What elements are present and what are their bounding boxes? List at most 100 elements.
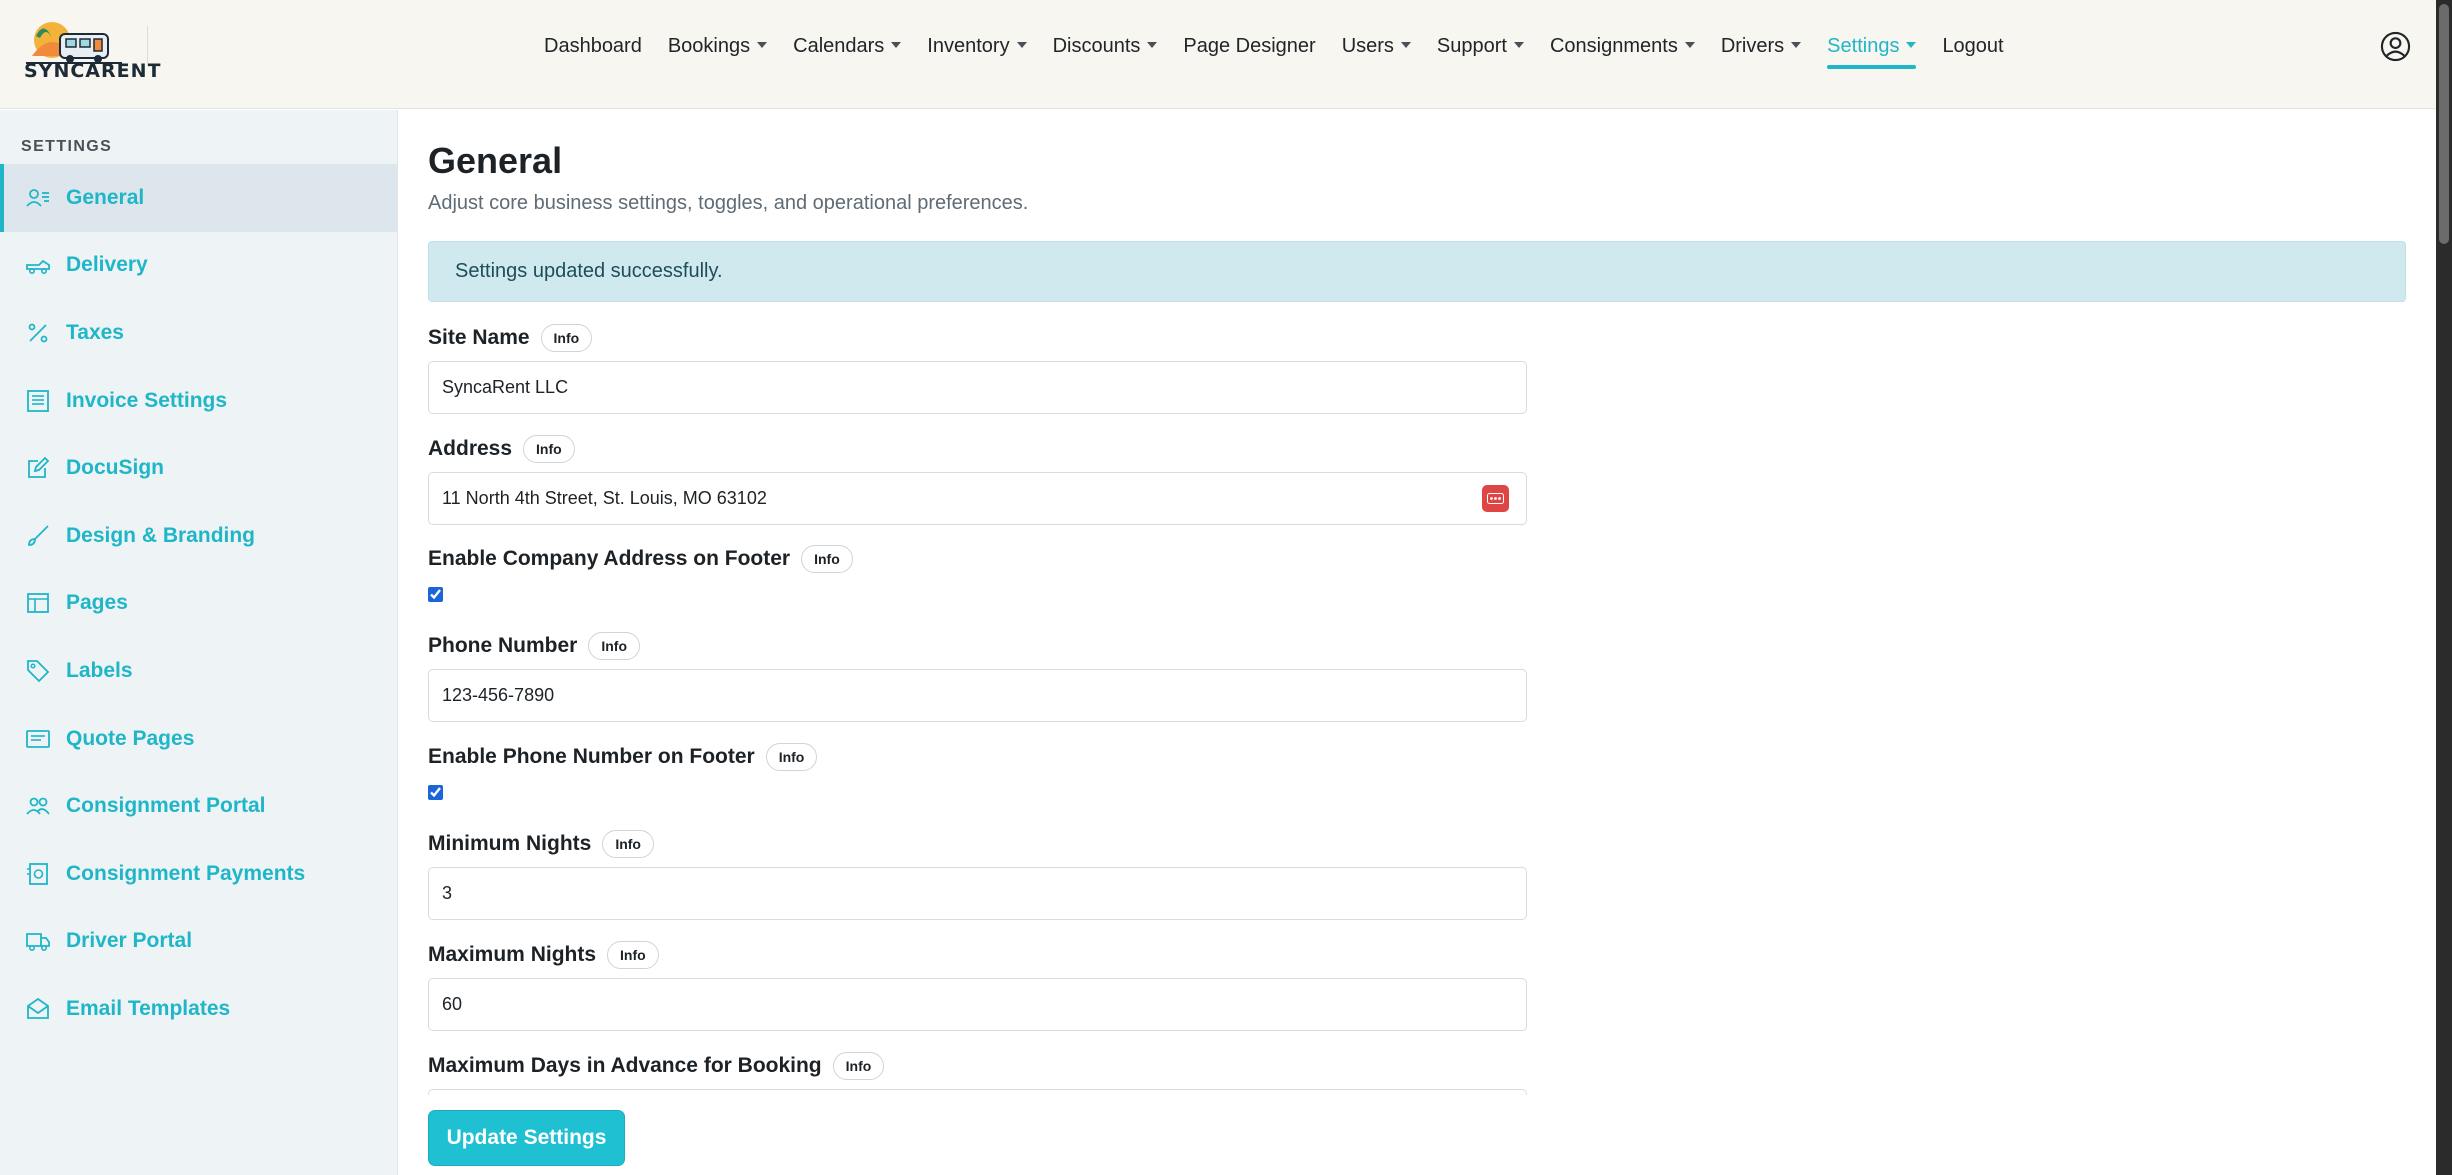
sidebar-list: General Delivery Taxes Invoice Settings … (0, 164, 398, 1043)
caret-down-icon (1016, 41, 1027, 48)
caret-down-icon (891, 41, 902, 48)
site-name-input[interactable] (428, 361, 1527, 414)
address-input[interactable] (428, 472, 1527, 525)
enable-phone-footer-checkbox[interactable] (428, 785, 443, 800)
quote-icon (24, 725, 52, 753)
nav-dashboard[interactable]: Dashboard (531, 33, 655, 69)
address-label: Address Info (428, 435, 575, 463)
tag-icon (24, 657, 52, 685)
main-nav: Dashboard Bookings Calendars Inventory D… (531, 33, 2017, 69)
sidebar-item-email-templates[interactable]: Email Templates (0, 975, 398, 1043)
sidebar-item-labels[interactable]: Labels (0, 637, 398, 705)
sidebar-item-label: Email Templates (66, 996, 231, 1020)
top-navbar: SYNCARENT Dashboard Bookings Calendars I… (0, 0, 2436, 109)
field-label-text: Site Name (428, 326, 530, 349)
sidebar-item-delivery[interactable]: Delivery (0, 232, 398, 300)
page-title: General (428, 140, 563, 181)
sidebar-item-label: Quote Pages (66, 726, 195, 750)
maximum-nights-info-button[interactable]: Info (607, 941, 659, 969)
max-days-advance-info-button[interactable]: Info (832, 1052, 885, 1080)
field-label-text: Address (428, 437, 513, 460)
enable-address-footer-info-button[interactable]: Info (801, 545, 853, 573)
minimum-nights-input[interactable] (428, 867, 1527, 920)
users-icon (24, 792, 52, 820)
nav-calendars[interactable]: Calendars (780, 33, 914, 69)
sidebar-item-label: Taxes (66, 320, 124, 344)
sidebar-item-invoice-settings[interactable]: Invoice Settings (0, 367, 398, 435)
caret-down-icon (1400, 41, 1411, 48)
nav-label: Support (1436, 35, 1507, 57)
nav-label: Consignments (1549, 35, 1678, 57)
scrollbar-thumb[interactable] (2439, 4, 2449, 244)
max-days-advance-input[interactable] (428, 1089, 1527, 1095)
success-alert: Settings updated successfully. (428, 241, 2406, 302)
enable-address-footer-checkbox[interactable] (428, 587, 443, 602)
field-label-text: Minimum Nights (428, 832, 592, 855)
site-name-label: Site Name Info (428, 324, 593, 352)
settings-sidebar: SETTINGS General Delivery Taxes Invoice … (0, 110, 398, 1175)
minimum-nights-info-button[interactable]: Info (602, 830, 654, 858)
sidebar-item-consignment-portal[interactable]: Consignment Portal (0, 772, 398, 840)
nav-support[interactable]: Support (1424, 33, 1537, 69)
sidebar-item-label: Driver Portal (66, 929, 193, 953)
phone-number-info-button[interactable]: Info (588, 632, 641, 660)
site-name-info-button[interactable]: Info (540, 324, 593, 352)
caret-down-icon (1906, 41, 1917, 48)
nav-label: Drivers (1720, 35, 1785, 57)
field-label-text: Phone Number (428, 634, 578, 657)
nav-drivers[interactable]: Drivers (1708, 33, 1814, 69)
sidebar-heading: SETTINGS (21, 138, 113, 155)
sidebar-item-design-branding[interactable]: Design & Branding (0, 502, 398, 570)
page-subtitle: Adjust core business settings, toggles, … (428, 192, 1029, 214)
maximum-nights-label: Maximum Nights Info (428, 941, 659, 969)
phone-number-label: Phone Number Info (428, 632, 641, 660)
nav-settings[interactable]: Settings (1814, 33, 1929, 69)
sidebar-item-driver-portal[interactable]: Driver Portal (0, 908, 398, 976)
nav-discounts[interactable]: Discounts (1040, 33, 1171, 69)
envelope-icon (24, 995, 52, 1023)
sidebar-item-label: DocuSign (66, 456, 164, 480)
field-label-text: Maximum Days in Advance for Booking (428, 1054, 822, 1077)
sidebar-item-label: General (66, 185, 145, 209)
user-circle-icon[interactable] (2380, 31, 2411, 62)
update-settings-button[interactable]: Update Settings (428, 1110, 625, 1166)
sidebar-item-label: Consignment Payments (66, 861, 306, 885)
sidebar-item-label: Invoice Settings (66, 388, 228, 412)
sidebar-item-docusign[interactable]: DocuSign (0, 434, 398, 502)
invoice-icon (24, 387, 52, 415)
maximum-nights-input[interactable] (428, 978, 1527, 1031)
sidebar-item-taxes[interactable]: Taxes (0, 299, 398, 367)
sidebar-item-consignment-payments[interactable]: Consignment Payments (0, 840, 398, 908)
sidebar-item-label: Delivery (66, 253, 148, 277)
nav-inventory[interactable]: Inventory (914, 33, 1039, 69)
van-icon (24, 927, 52, 955)
logo-divider (147, 26, 148, 66)
alert-text: Settings updated successfully. (455, 260, 723, 282)
field-label-text: Enable Company Address on Footer (428, 547, 791, 570)
pen-square-icon (24, 454, 52, 482)
sidebar-item-label: Pages (66, 591, 128, 615)
field-label-text: Maximum Nights (428, 943, 597, 966)
nav-bookings[interactable]: Bookings (655, 33, 780, 69)
nav-logout[interactable]: Logout (1929, 33, 2016, 69)
enable-address-footer-label: Enable Company Address on Footer Info (428, 545, 853, 573)
payment-icon (24, 860, 52, 888)
enable-phone-footer-info-button[interactable]: Info (765, 743, 818, 771)
nav-consignments[interactable]: Consignments (1537, 33, 1708, 69)
sidebar-item-label: Consignment Portal (66, 794, 266, 818)
more-dots-icon (1487, 493, 1504, 504)
sidebar-item-quote-pages[interactable]: Quote Pages (0, 705, 398, 773)
phone-number-input[interactable] (428, 669, 1527, 722)
sidebar-item-pages[interactable]: Pages (0, 570, 398, 638)
nav-users[interactable]: Users (1329, 33, 1424, 69)
brush-icon (24, 522, 52, 550)
sidebar-item-label: Design & Branding (66, 523, 256, 547)
address-info-button[interactable]: Info (523, 435, 575, 463)
nav-label: Inventory (927, 35, 1010, 57)
nav-label: Logout (1942, 35, 2004, 57)
address-autofill-button[interactable] (1482, 485, 1509, 512)
nav-label: Settings (1827, 35, 1900, 57)
nav-page-designer[interactable]: Page Designer (1170, 33, 1328, 69)
enable-phone-footer-label: Enable Phone Number on Footer Info (428, 743, 818, 771)
sidebar-item-general[interactable]: General (0, 164, 398, 232)
